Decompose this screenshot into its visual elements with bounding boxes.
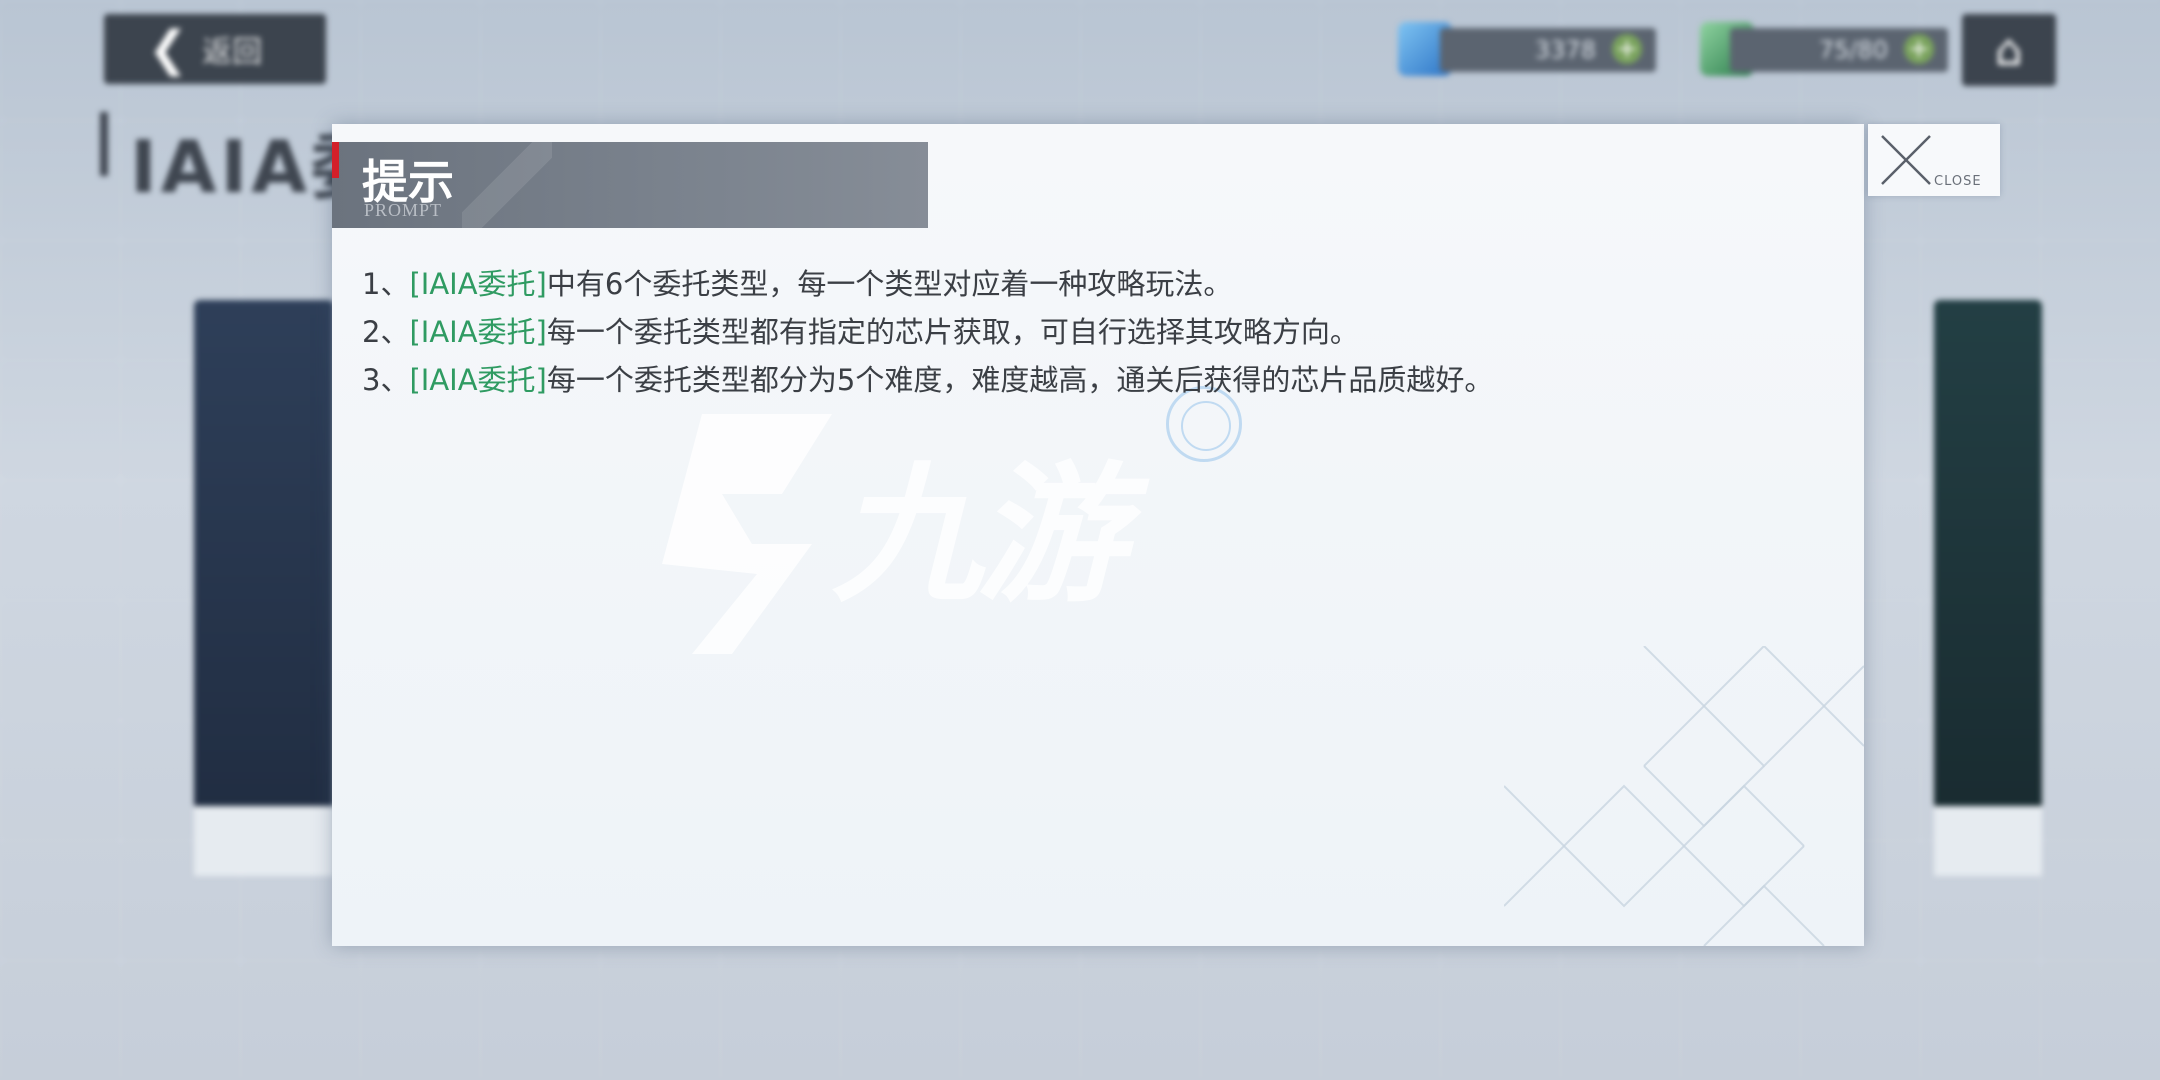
dialog-header: 提示 PROMPT bbox=[332, 142, 928, 228]
tip-item: 3、[IAIA委托]每一个委托类型都分为5个难度，难度越高，通关后获得的芯片品质… bbox=[362, 356, 1824, 404]
home-icon: ⌂ bbox=[1995, 24, 2023, 76]
tip-number: 3、 bbox=[362, 363, 410, 397]
tip-tag: [IAIA委托] bbox=[409, 363, 547, 397]
tip-text: 每一个委托类型都分为5个难度，难度越高，通关后获得的芯片品质越好。 bbox=[546, 363, 1494, 397]
watermark-logo-icon bbox=[662, 414, 832, 654]
tips-list: 1、[IAIA委托]中有6个委托类型，每一个类型对应着一种攻略玩法。 2、[IA… bbox=[362, 260, 1824, 404]
tip-tag: [IAIA委托] bbox=[409, 267, 547, 301]
commission-card-right[interactable] bbox=[1934, 300, 2042, 876]
header-accent-bar bbox=[332, 142, 339, 178]
tip-item: 2、[IAIA委托]每一个委托类型都有指定的芯片获取，可自行选择其攻略方向。 bbox=[362, 308, 1824, 356]
tip-text: 每一个委托类型都有指定的芯片获取，可自行选择其攻略方向。 bbox=[546, 315, 1359, 349]
chevron-left-icon: ❮ bbox=[148, 21, 189, 77]
tip-number: 1、 bbox=[362, 267, 410, 301]
close-button[interactable]: CLOSE bbox=[1868, 124, 2000, 196]
currency-crystal: 3378 + bbox=[1440, 28, 1656, 72]
watermark-text: 九游 bbox=[832, 449, 1126, 623]
commission-card-left[interactable] bbox=[194, 300, 334, 876]
currency-energy: 75/80 + bbox=[1730, 28, 1948, 72]
tip-text: 中有6个委托类型，每一个类型对应着一种攻略玩法。 bbox=[546, 267, 1233, 301]
back-button[interactable]: ❮ 返回 bbox=[104, 14, 326, 84]
currency-energy-value: 75/80 bbox=[1818, 36, 1888, 64]
card-footer bbox=[1934, 806, 2042, 876]
plus-icon[interactable]: + bbox=[1904, 34, 1934, 64]
card-footer bbox=[194, 806, 334, 876]
close-icon bbox=[1881, 135, 1931, 185]
tip-number: 2、 bbox=[362, 315, 410, 349]
prompt-dialog: 提示 PROMPT 九游 1、[IAIA委托]中有6个委托类型，每一个类型对应着… bbox=[332, 124, 1864, 946]
tip-tag: [IAIA委托] bbox=[409, 315, 547, 349]
dialog-subtitle: PROMPT bbox=[364, 200, 443, 220]
back-label: 返回 bbox=[202, 35, 263, 70]
tip-item: 1、[IAIA委托]中有6个委托类型，每一个类型对应着一种攻略玩法。 bbox=[362, 260, 1824, 308]
diamond-lattice-decoration bbox=[1504, 646, 1864, 946]
currency-crystal-value: 3378 bbox=[1534, 36, 1596, 64]
header-stripe-decoration bbox=[462, 142, 552, 228]
home-button[interactable]: ⌂ bbox=[1962, 14, 2056, 86]
title-bar-decoration bbox=[100, 112, 108, 176]
plus-icon[interactable]: + bbox=[1612, 34, 1642, 64]
close-label: CLOSE bbox=[1934, 174, 1982, 189]
